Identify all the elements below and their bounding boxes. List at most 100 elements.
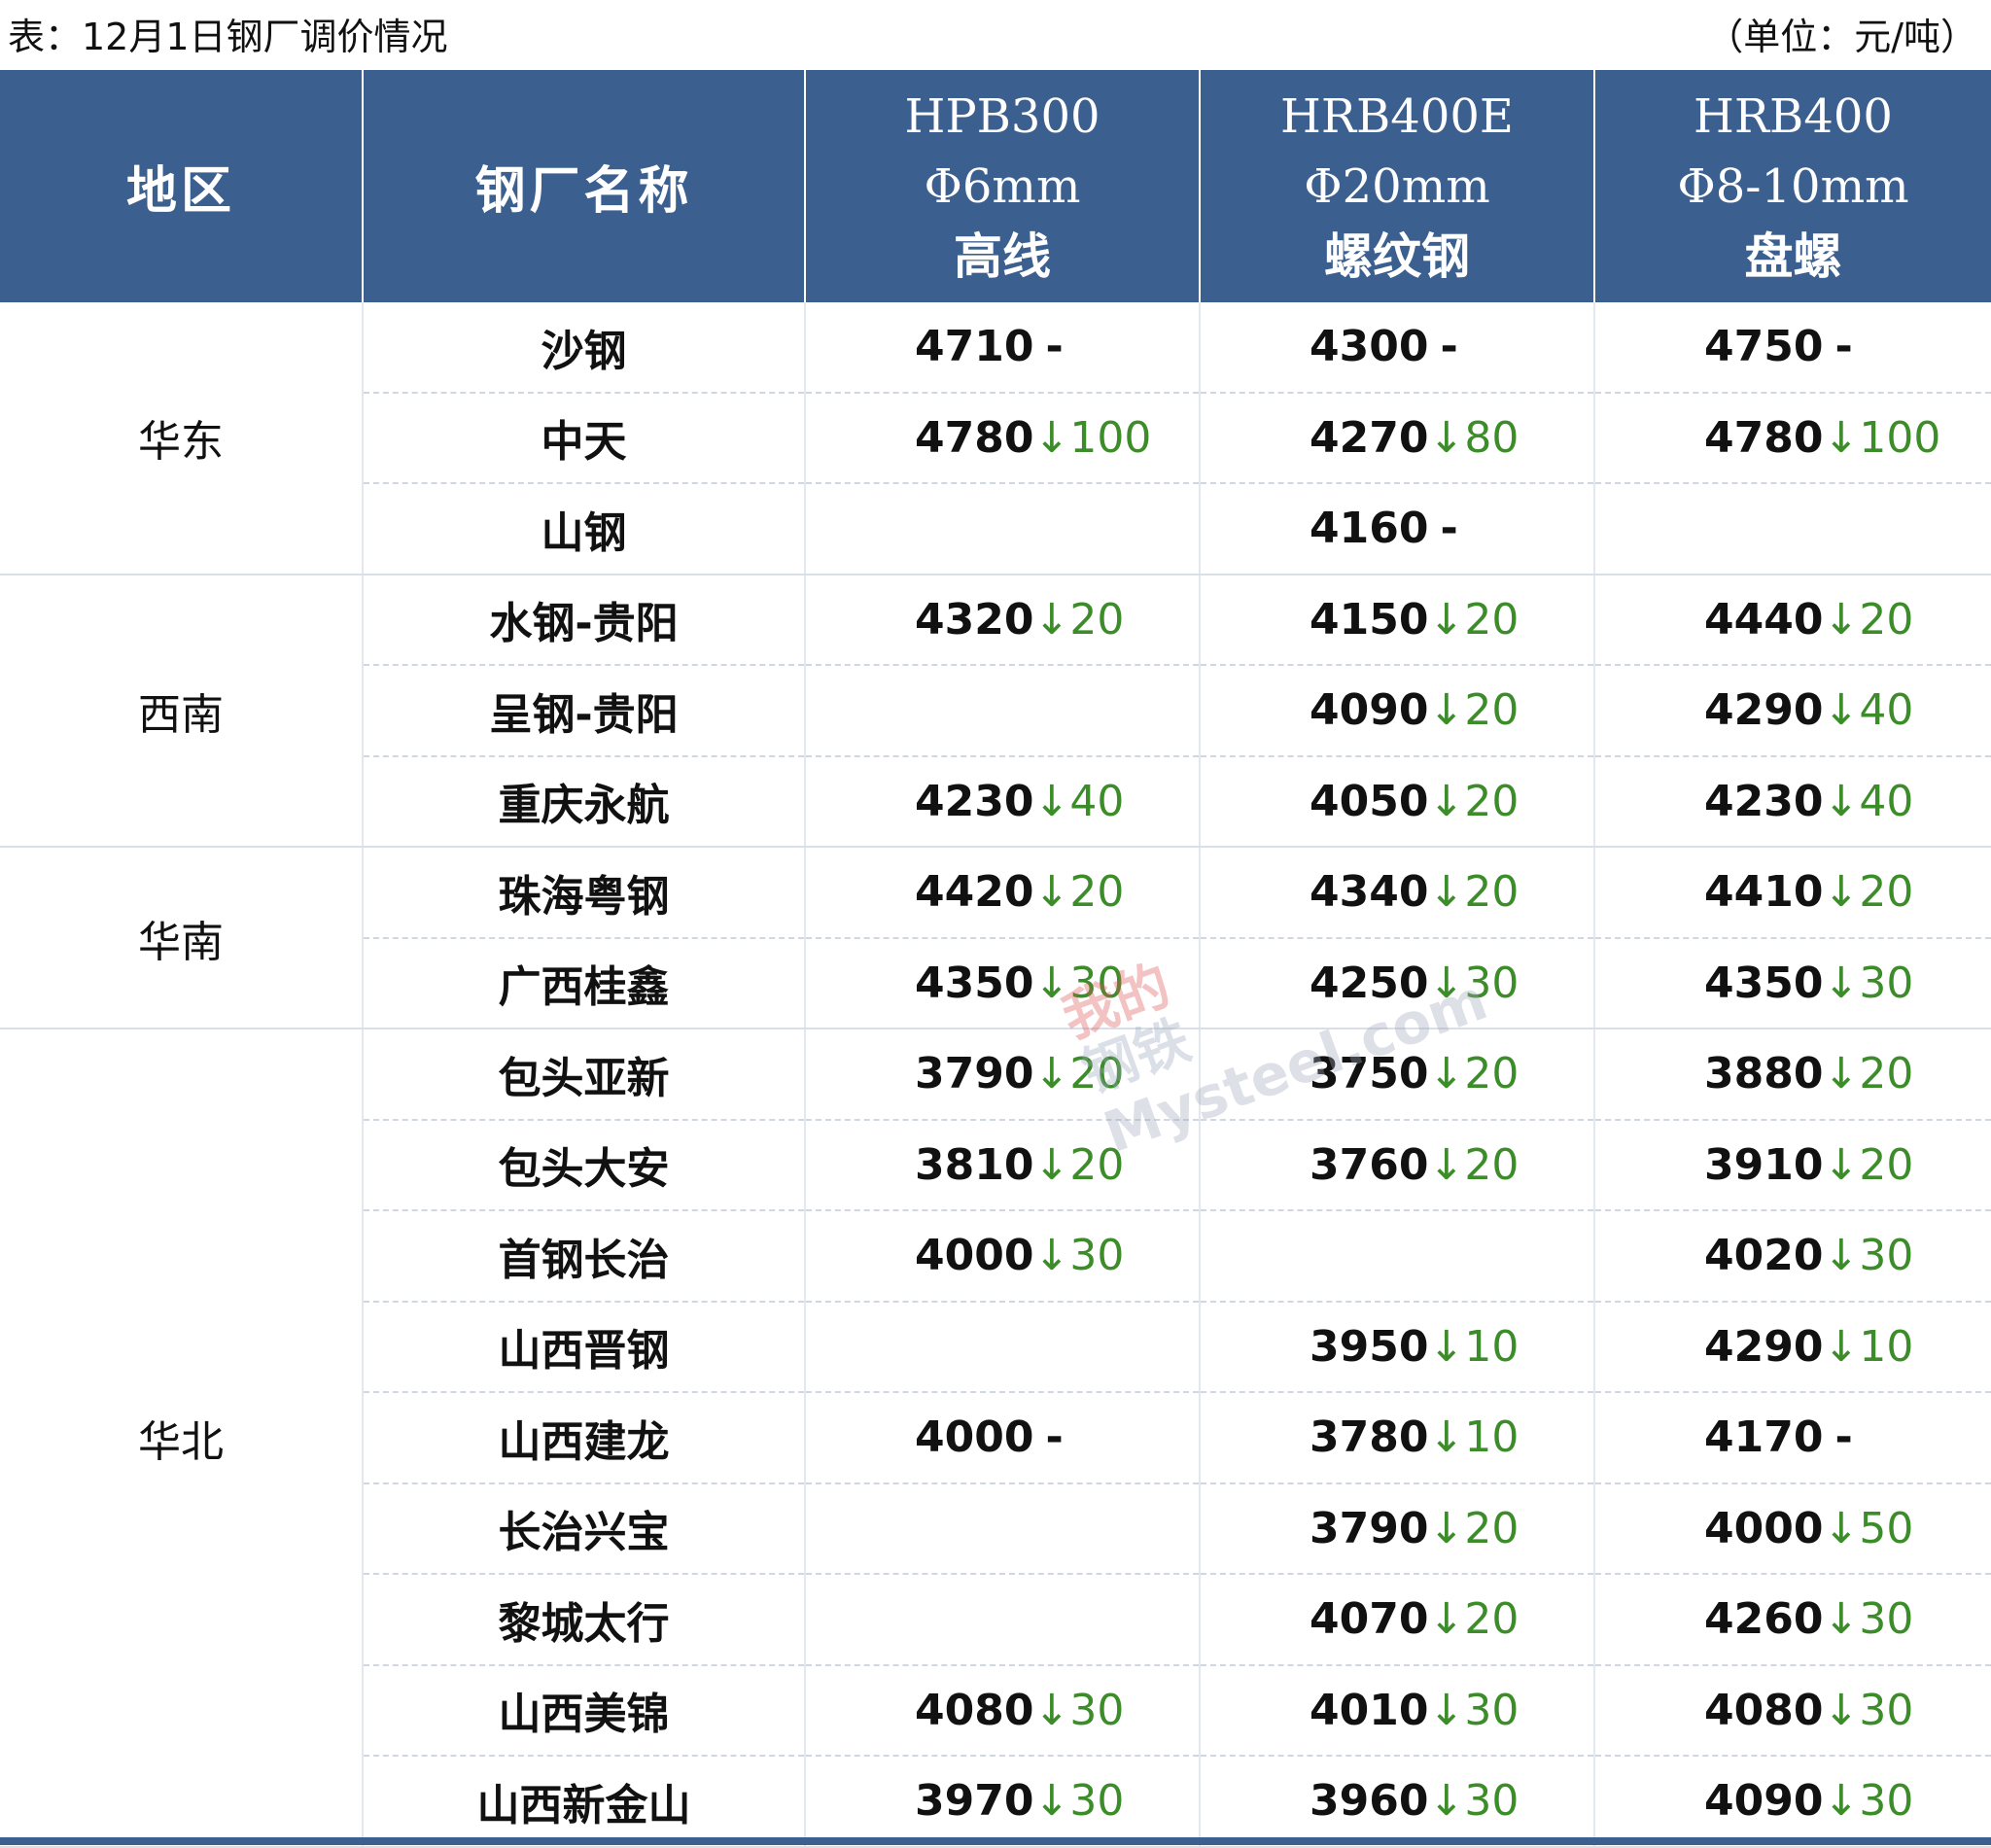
price-cell: 4010↓30 [1200,1664,1595,1757]
price-unchanged: - [1045,1412,1064,1463]
price-cell: 3950↓10 [1200,1301,1595,1393]
price-cell: 4230↓40 [805,755,1201,848]
price-cell: 4250↓30 [1200,937,1595,1029]
mill-name-cell: 中天 [363,392,806,484]
table-row: 华东 沙钢 4710-4300-4750- [0,302,1991,575]
product-type: 盘螺 [1744,227,1842,285]
price-down-change: ↓30 [1823,1231,1914,1281]
price-value: 4230 [915,776,1034,826]
price-down-change: ↓10 [1428,1412,1519,1463]
table-row: 华北 包头亚新 3790↓20 3750↓20 3880↓20 [0,1029,1991,1848]
price-down-change: ↓20 [1033,1139,1125,1190]
price-value: 4000 [915,1412,1034,1463]
price-down-change: ↓30 [1428,1685,1519,1735]
price-cell [805,1574,1201,1666]
product-size: Φ8-10mm [1677,158,1909,214]
price-value: 4780 [915,412,1034,463]
product-type: 螺纹钢 [1324,227,1470,285]
price-cell [805,665,1201,757]
price-cell: 4050↓20 [1200,755,1595,848]
price-value: 4230 [1704,776,1824,826]
price-cell: 4290↓10 [1594,1301,1991,1393]
price-value: 4080 [915,1685,1034,1735]
region-cell: 华北 [0,1029,364,1848]
price-down-change: ↓20 [1428,1049,1519,1099]
product-size: Φ6mm [924,158,1081,214]
price-cell: 4080↓30 [805,1664,1201,1757]
price-down-change: ↓20 [1823,594,1914,645]
price-value: 4170 [1704,1412,1824,1463]
mill-name-cell: 包头亚新 [363,1029,806,1121]
price-value: 3960 [1310,1776,1429,1827]
price-down-change: ↓20 [1428,1594,1519,1645]
mill-name-cell: 沙钢 [363,302,806,394]
price-value: 4290 [1704,685,1824,736]
product-grade: HRB400 [1694,88,1893,144]
price-down-change: ↓20 [1823,867,1914,918]
price-value: 3970 [915,1776,1034,1827]
price-down-change: ↓80 [1428,412,1519,463]
price-value: 4050 [1310,776,1429,826]
mill-name-cell: 山西晋钢 [363,1301,806,1393]
price-cell: 4440↓20 [1594,574,1991,666]
price-cell: 4020↓30 [1594,1210,1991,1303]
price-cell: 4780↓100 [805,392,1201,484]
price-cell [805,1301,1201,1393]
price-down-change: ↓100 [1033,412,1152,463]
price-cell: 4090↓30 [1594,1756,1991,1848]
price-cell: 3810↓20 [805,1119,1201,1211]
mill-name-cell: 山钢 [363,483,806,575]
price-cell: 4000↓30 [805,1210,1201,1303]
table-row: 西南 水钢-贵阳 4320↓20 4150↓20 4440↓20 [0,574,1991,848]
price-cell: 4410↓20 [1594,847,1991,939]
bottom-rule [0,1837,1991,1845]
price-cell: 4780↓100 [1594,392,1991,484]
price-down-change: ↓30 [1033,1231,1125,1281]
price-down-change: ↓40 [1823,685,1914,736]
price-cell: 4340↓20 [1200,847,1595,939]
price-cell: 4290↓40 [1594,665,1991,757]
price-cell: 4160- [1200,483,1595,575]
mill-name-cell: 呈钢-贵阳 [363,665,806,757]
price-cell: 4090↓20 [1200,665,1595,757]
price-value: 4250 [1310,958,1429,1008]
price-cell: 4080↓30 [1594,1664,1991,1757]
mill-name-cell: 黎城太行 [363,1574,806,1666]
price-value: 4260 [1704,1594,1824,1645]
price-cell: 3790↓20 [805,1029,1201,1121]
price-down-change: ↓30 [1033,958,1125,1008]
price-adjustment-table: 地区 钢厂名称 HPB300 Φ6mm 高线 HRB400E Φ20mm 螺纹钢… [0,70,1991,1848]
price-cell: 4420↓20 [805,847,1201,939]
price-cell: 3760↓20 [1200,1119,1595,1211]
price-value: 4150 [1310,594,1429,645]
unit-note: （单位：元/吨） [1706,16,1977,58]
price-value: 4780 [1704,412,1824,463]
price-cell: 4350↓30 [1594,937,1991,1029]
mill-name-cell: 首钢长治 [363,1210,806,1303]
mill-name-cell: 山西新金山 [363,1756,806,1848]
product-grade: HRB400E [1280,88,1514,144]
region-cell: 华南 [0,847,364,1029]
price-cell: 4350↓30 [805,937,1201,1029]
price-value: 3760 [1310,1139,1429,1190]
price-down-change: ↓20 [1033,867,1125,918]
price-value: 3790 [1310,1503,1429,1553]
price-value: 4090 [1704,1776,1824,1827]
price-down-change: ↓30 [1033,1776,1125,1827]
mill-name-cell: 山西建龙 [363,1392,806,1484]
price-cell: 4270↓80 [1200,392,1595,484]
price-value: 4000 [915,1231,1034,1281]
region-cell: 华东 [0,302,364,575]
table-body: 华东 沙钢 4710-4300-4750- 中天 4780↓100 4270↓80 4780… [0,302,1991,1848]
title-bar: 表：12月1日钢厂调价情况 （单位：元/吨） [0,0,1991,70]
price-down-change: ↓30 [1428,1776,1519,1827]
price-down-change: ↓20 [1428,776,1519,826]
price-down-change: ↓30 [1823,1776,1914,1827]
price-value: 4270 [1310,412,1429,463]
price-down-change: ↓30 [1033,1685,1125,1735]
mill-name-cell: 山西美锦 [363,1664,806,1757]
price-down-change: ↓30 [1823,958,1914,1008]
price-cell: 4070↓20 [1200,1574,1595,1666]
price-cell: 3790↓20 [1200,1482,1595,1575]
mill-name-cell: 包头大安 [363,1119,806,1211]
